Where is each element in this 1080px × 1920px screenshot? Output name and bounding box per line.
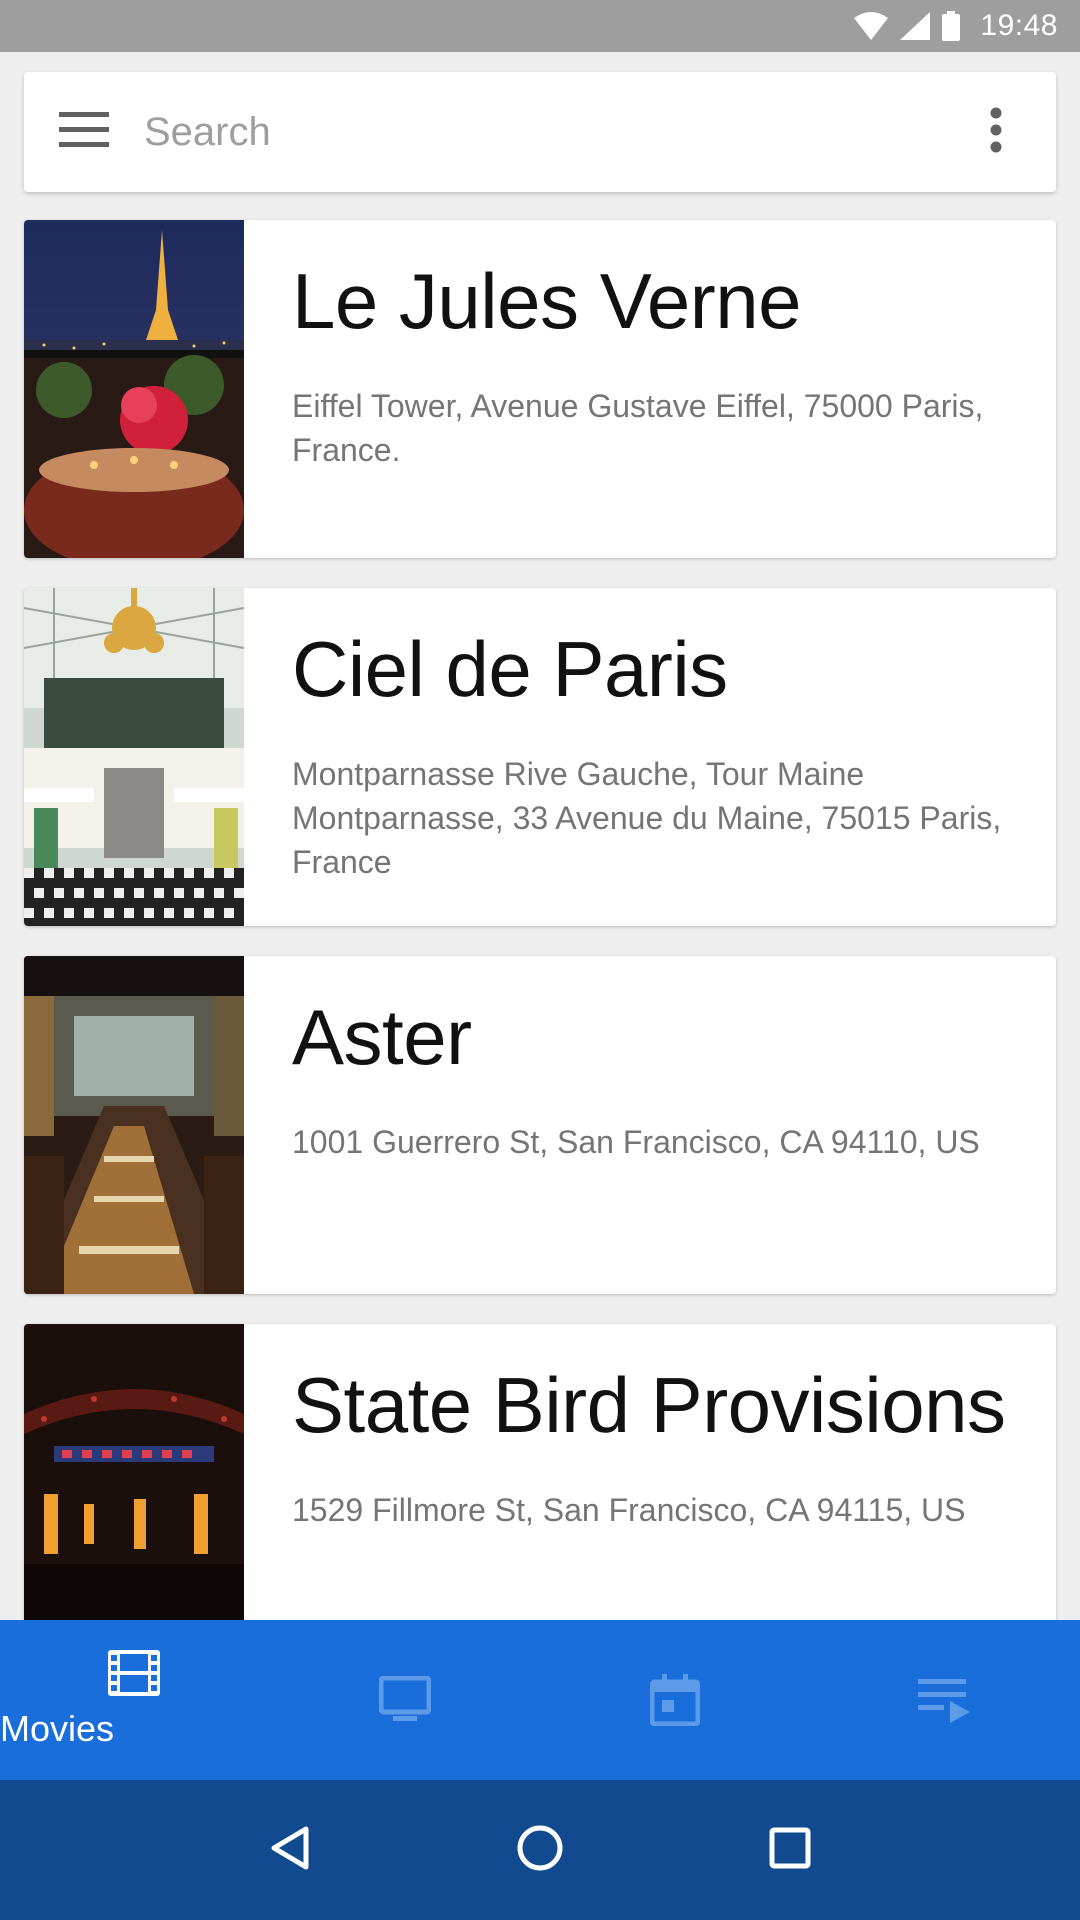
list-item[interactable]: Aster 1001 Guerrero St, San Francisco, C…	[24, 956, 1056, 1294]
neon-sign-restaurant-photo	[24, 1324, 244, 1662]
calendar-icon	[650, 1674, 700, 1726]
list-item[interactable]: Ciel de Paris Montparnasse Rive Gauche, …	[24, 588, 1056, 926]
restaurant-address: Montparnasse Rive Gauche, Tour Maine Mon…	[292, 756, 1002, 880]
cell-signal-icon	[900, 12, 931, 40]
playlist-icon	[918, 1677, 972, 1723]
restaurant-name: Le Jules Verne	[292, 257, 802, 345]
nav-tab-playlist[interactable]	[810, 1620, 1080, 1780]
home-icon	[517, 1825, 563, 1876]
system-navigation-bar	[0, 1780, 1080, 1920]
recents-icon	[769, 1827, 811, 1874]
movie-film-icon	[108, 1650, 160, 1696]
card-body: Ciel de Paris Montparnasse Rive Gauche, …	[244, 588, 1056, 926]
app-screen: 19:48 Search Le Jules Verne Eiffel Tower…	[0, 0, 1080, 1920]
search-input[interactable]	[144, 92, 936, 172]
battery-icon	[942, 11, 961, 41]
status-bar: 19:48	[0, 0, 1080, 52]
menu-button[interactable]	[24, 72, 144, 192]
back-icon	[270, 1825, 310, 1876]
restaurant-name: State Bird Provisions	[292, 1361, 1006, 1449]
restaurant-address: Eiffel Tower, Avenue Gustave Eiffel, 750…	[292, 388, 984, 468]
recents-button[interactable]	[740, 1800, 840, 1900]
restaurant-interior-photo	[24, 956, 244, 1294]
restaurant-address: 1529 Fillmore St, San Francisco, CA 9411…	[292, 1492, 966, 1528]
home-button[interactable]	[490, 1800, 590, 1900]
list-item[interactable]: State Bird Provisions 1529 Fillmore St, …	[24, 1324, 1056, 1662]
bottom-navigation: Movies	[0, 1620, 1080, 1780]
nav-tab-calendar[interactable]	[540, 1620, 810, 1780]
tv-icon	[379, 1676, 431, 1724]
restaurant-name: Ciel de Paris	[292, 625, 728, 713]
status-time: 19:48	[980, 9, 1058, 42]
restaurant-name: Aster	[292, 993, 472, 1081]
card-body: State Bird Provisions 1529 Fillmore St, …	[244, 1324, 1056, 1662]
wifi-icon	[854, 12, 889, 40]
more-options-button[interactable]	[936, 72, 1056, 192]
list-item[interactable]: Le Jules Verne Eiffel Tower, Avenue Gust…	[24, 220, 1056, 558]
restaurant-list: Le Jules Verne Eiffel Tower, Avenue Gust…	[24, 220, 1056, 1692]
eiffel-tower-dining-photo	[24, 220, 244, 558]
nav-tab-tv[interactable]	[270, 1620, 540, 1780]
nav-tab-movies[interactable]: Movies	[0, 1620, 270, 1780]
search-bar	[24, 72, 1056, 192]
chandelier-dining-room-photo	[24, 588, 244, 926]
hamburger-menu-icon	[59, 111, 109, 153]
restaurant-address: 1001 Guerrero St, San Francisco, CA 9411…	[292, 1124, 980, 1160]
card-body: Aster 1001 Guerrero St, San Francisco, C…	[244, 956, 1056, 1294]
back-button[interactable]	[240, 1800, 340, 1900]
card-body: Le Jules Verne Eiffel Tower, Avenue Gust…	[244, 220, 1056, 558]
more-vert-icon	[990, 107, 1002, 158]
nav-label-movies: Movies	[0, 1708, 115, 1749]
